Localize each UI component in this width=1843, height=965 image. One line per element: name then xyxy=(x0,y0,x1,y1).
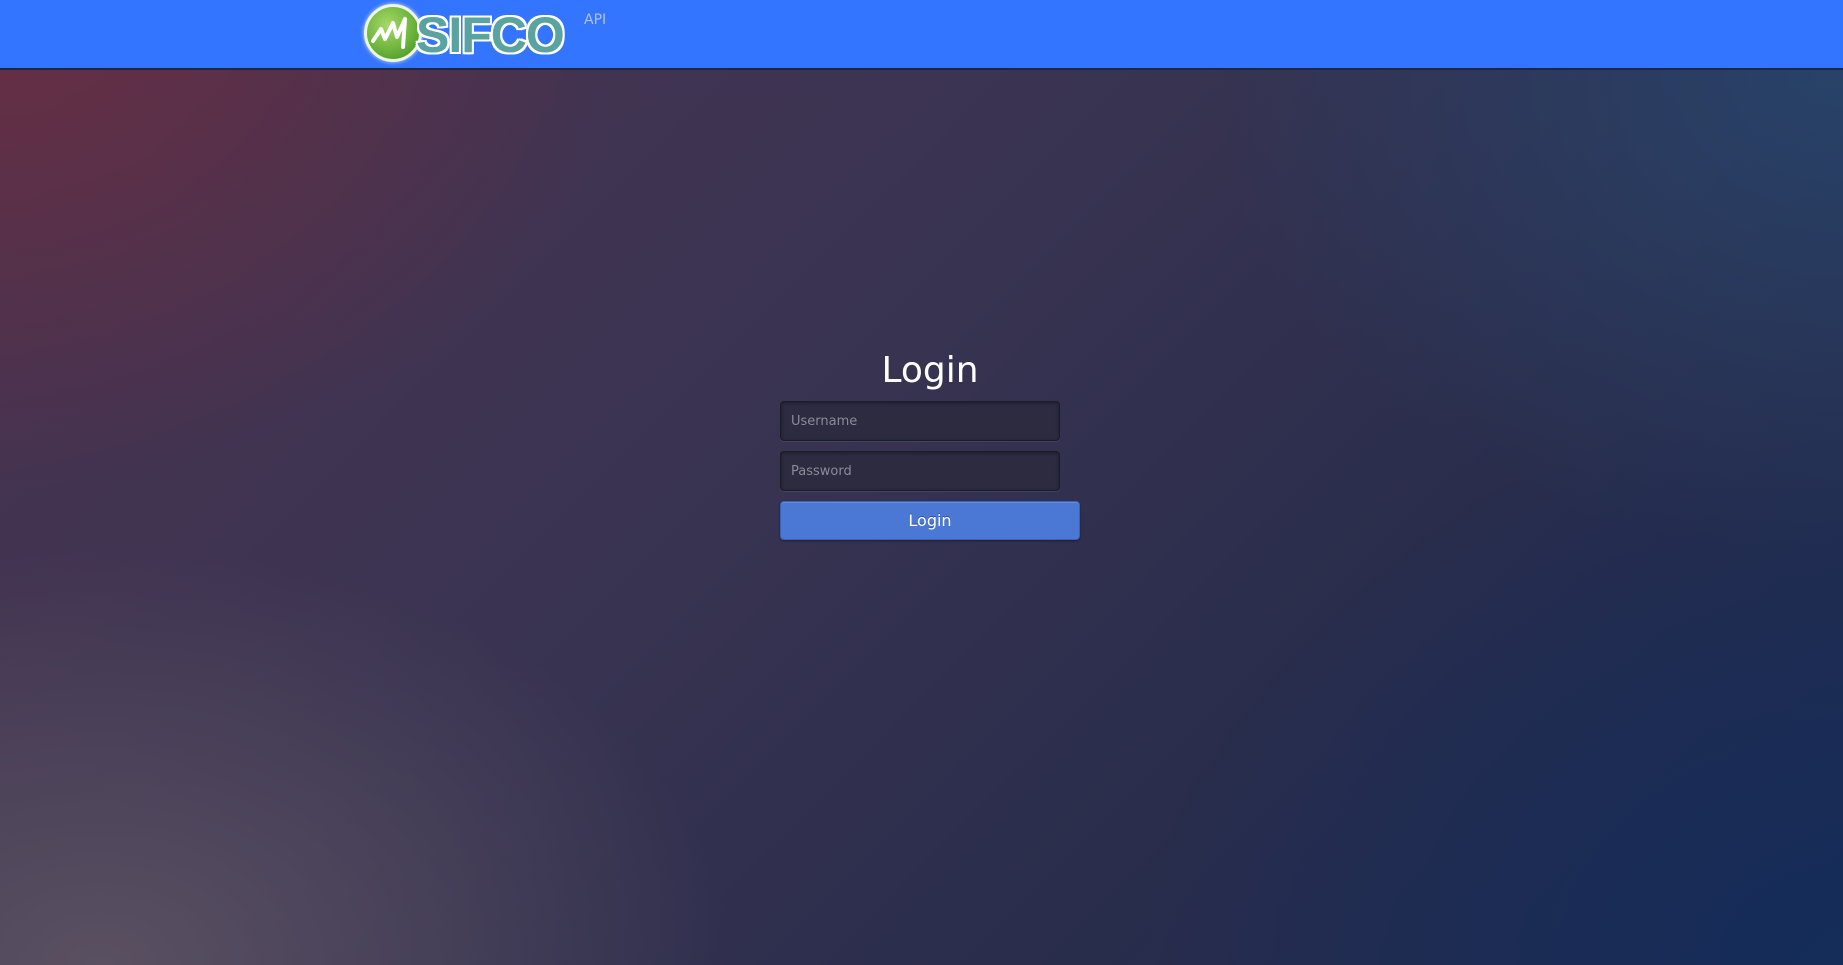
username-input[interactable] xyxy=(780,401,1060,441)
sifco-logo[interactable]: SIFCO xyxy=(364,2,565,66)
logo-lightning-icon xyxy=(364,4,422,62)
nav-link-api[interactable]: API xyxy=(584,12,606,28)
login-title: Login xyxy=(881,350,979,391)
login-button[interactable]: Login xyxy=(780,501,1080,540)
password-input[interactable] xyxy=(780,451,1060,491)
logo-wordmark: SIFCO xyxy=(416,7,565,63)
top-navigation-bar: SIFCO API xyxy=(0,0,1843,70)
